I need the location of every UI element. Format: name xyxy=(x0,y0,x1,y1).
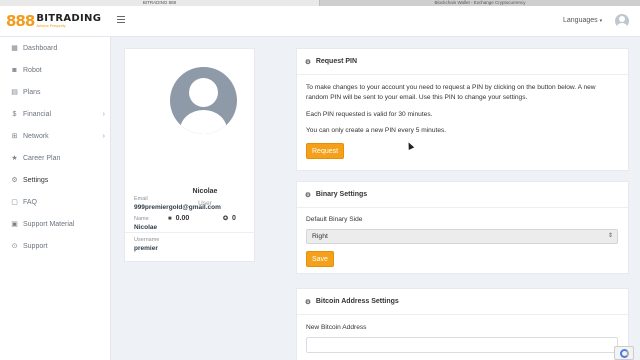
circle-icon: ✪ xyxy=(223,216,229,222)
top-navbar: 888 BITRADING Achieve Prosperity Languag… xyxy=(0,6,640,37)
sidebar-item-support-material[interactable]: ▣ Support Material xyxy=(0,215,111,233)
profile-card: Nicolae User ■ 0.00 ✪ 0 Email 999premiergo… xyxy=(124,48,255,262)
profile-avatar xyxy=(170,67,237,134)
binary-settings-card: ⚙ Binary Settings Default Binary Side Rig… xyxy=(296,181,629,274)
chevron-right-icon: › xyxy=(102,110,105,118)
sidebar-item-plans[interactable]: ▤ Plans xyxy=(0,83,111,101)
brand-logo[interactable]: 888 BITRADING Achieve Prosperity xyxy=(6,14,101,29)
username-value: premier xyxy=(134,245,158,252)
chevron-down-icon: ▾ xyxy=(599,18,603,24)
request-pin-card: ⚙ Request PIN To make changes to your acc… xyxy=(296,48,629,171)
recaptcha-badge[interactable] xyxy=(614,346,634,360)
sidebar-item-dashboard[interactable]: ▦ Dashboard xyxy=(0,39,111,57)
sidebar-item-career-plan[interactable]: ★ Career Plan xyxy=(0,149,111,167)
plans-icon: ▤ xyxy=(11,89,18,96)
sidebar-item-network[interactable]: ⊞ Network › xyxy=(0,127,111,145)
menu-toggle-icon[interactable] xyxy=(117,16,125,23)
sidebar-item-label: Career Plan xyxy=(23,154,61,162)
card-header: ⚙ Binary Settings xyxy=(297,182,628,208)
request-pin-button[interactable]: Request xyxy=(306,143,345,159)
dollar-icon: $ xyxy=(12,110,17,118)
logo-mark: 888 xyxy=(6,12,35,30)
card-header: ⚙ Bitcoin Address Settings xyxy=(297,289,628,315)
languages-label: Languages xyxy=(563,17,598,24)
balance-stat: ■ 0.00 xyxy=(168,215,189,222)
bitcoin-address-input[interactable] xyxy=(306,337,618,353)
star-icon: ★ xyxy=(11,155,18,162)
sidebar-item-support[interactable]: ⊙ Support xyxy=(0,237,111,255)
user-avatar-button[interactable] xyxy=(615,14,629,28)
save-binary-button[interactable]: Save xyxy=(306,251,334,267)
pin-instructions: To make changes to your account you need… xyxy=(306,84,596,101)
sidebar-item-settings[interactable]: ⚙ Settings xyxy=(0,171,111,189)
robot-icon: ◙ xyxy=(12,66,17,74)
binary-side-select[interactable]: Right ⇕ xyxy=(306,229,618,244)
card-title: Request PIN xyxy=(315,58,358,65)
count-stat: ✪ 0 xyxy=(223,215,236,222)
binary-side-label: Default Binary Side xyxy=(306,216,363,223)
sidebar-item-faq[interactable]: ▢ FAQ xyxy=(0,193,111,211)
support-material-icon: ▣ xyxy=(11,221,18,228)
logo-tagline: Achieve Prosperity xyxy=(36,24,66,28)
balance-value: 0.00 xyxy=(175,215,190,222)
sidebar-item-label: Financial xyxy=(23,110,52,118)
sidebar-item-label: Plans xyxy=(23,88,41,96)
wallet-icon: ■ xyxy=(168,215,172,222)
languages-dropdown[interactable]: Languages ▾ xyxy=(563,17,602,24)
select-arrows-icon: ⇕ xyxy=(607,233,613,239)
name-label: Name xyxy=(134,216,149,222)
sidebar: ▦ Dashboard ◙ Robot ▤ Plans $ Financial › ⊞ N… xyxy=(0,37,111,360)
binary-side-selected: Right xyxy=(312,233,328,240)
bitcoin-address-card: ⚙ Bitcoin Address Settings New Bitcoin Ad… xyxy=(296,288,629,360)
profile-divider xyxy=(125,232,255,233)
card-title: Bitcoin Address Settings xyxy=(315,298,399,305)
pin-validity-note: Each PIN requested is valid for 30 minut… xyxy=(306,111,433,118)
sidebar-item-label: FAQ xyxy=(23,198,38,206)
users-cog-icon: ⚙ xyxy=(305,298,311,306)
users-cog-icon: ⚙ xyxy=(305,191,311,199)
sidebar-item-label: Support Material xyxy=(23,220,75,228)
card-title: Binary Settings xyxy=(315,191,368,198)
count-value: 0 xyxy=(232,215,236,222)
users-cog-icon: ⚙ xyxy=(11,177,18,184)
dashboard-icon: ▦ xyxy=(11,45,18,52)
users-cog-icon: ⚙ xyxy=(305,58,311,66)
card-header: ⚙ Request PIN xyxy=(297,49,628,75)
network-icon: ⊞ xyxy=(11,133,18,140)
support-icon: ⊙ xyxy=(11,243,18,250)
sidebar-item-label: Dashboard xyxy=(23,44,58,52)
sidebar-item-label: Robot xyxy=(23,66,42,74)
bitcoin-address-label: New Bitcoin Address xyxy=(306,324,367,331)
sidebar-item-label: Network xyxy=(23,132,49,140)
email-value: 999premiergold@gmail.com xyxy=(134,204,221,211)
profile-name: Nicolae xyxy=(192,188,218,195)
sidebar-item-label: Settings xyxy=(23,176,49,184)
faq-icon: ▢ xyxy=(11,199,18,206)
email-label: Email xyxy=(134,196,148,202)
sidebar-item-robot[interactable]: ◙ Robot xyxy=(0,61,111,79)
sidebar-item-label: Support xyxy=(23,242,48,250)
logo-name: BITRADING xyxy=(36,13,102,24)
pin-frequency-note: You can only create a new PIN every 5 mi… xyxy=(306,127,447,134)
username-label: Username xyxy=(134,237,160,243)
sidebar-item-financial[interactable]: $ Financial › xyxy=(0,105,111,123)
name-value: Nicolae xyxy=(134,224,158,231)
logo-text: BITRADING Achieve Prosperity xyxy=(36,14,101,29)
chevron-right-icon: › xyxy=(102,132,105,140)
